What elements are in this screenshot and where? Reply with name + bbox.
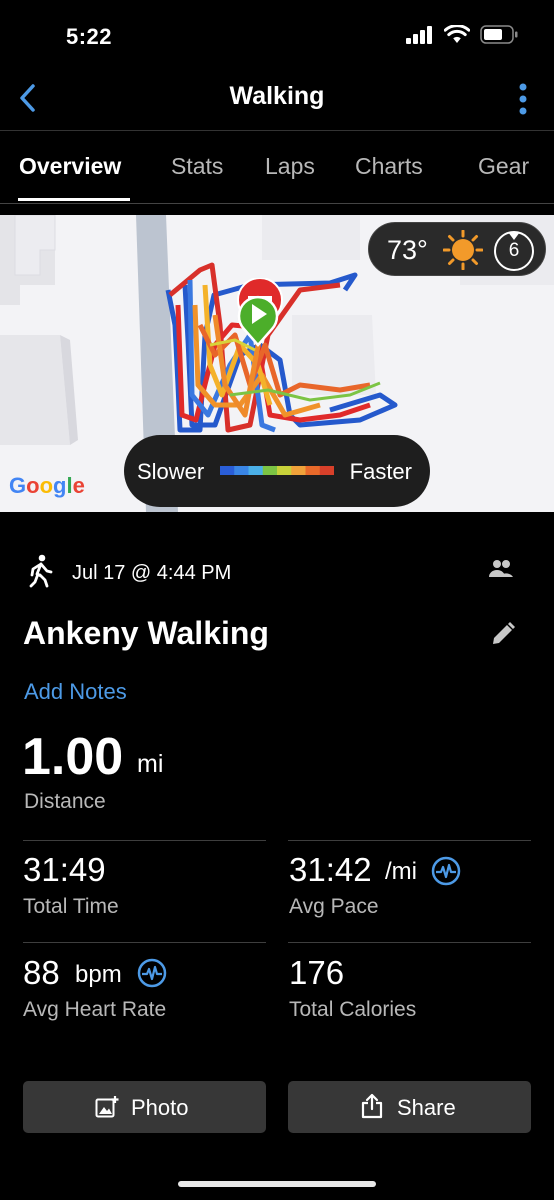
edit-pencil-icon[interactable] [490, 621, 516, 647]
status-icons [406, 25, 518, 44]
google-logo-letter: g [53, 473, 67, 498]
route-map[interactable]: 73° 6 Slower Faster Google [0, 215, 554, 512]
pace-color-segment [234, 466, 249, 475]
divider [288, 840, 531, 841]
distance-value: 1.00 [22, 728, 124, 786]
tab-gear[interactable]: Gear [478, 153, 529, 180]
walking-icon [29, 554, 53, 588]
avg-heart-rate-unit: bpm [75, 961, 122, 988]
share-button-label: Share [397, 1095, 456, 1120]
start-marker-icon [237, 295, 279, 347]
tab-stats[interactable]: Stats [171, 153, 223, 180]
total-calories-label: Total Calories [289, 998, 417, 1021]
tab-charts[interactable]: Charts [355, 153, 423, 180]
pace-color-segment [220, 466, 235, 475]
tabs-divider [0, 203, 554, 204]
pace-color-scale [220, 466, 334, 475]
activity-date: Jul 17 @ 4:44 PM [72, 562, 232, 584]
heart-rate-chart-icon[interactable] [137, 958, 167, 988]
pace-color-segment [262, 466, 278, 475]
pace-legend: Slower Faster [124, 435, 430, 507]
cellular-signal-icon [406, 25, 432, 44]
wifi-icon [444, 25, 470, 43]
google-logo-letter: G [9, 473, 27, 498]
google-logo-letter: o [39, 473, 54, 498]
pace-color-segment [291, 466, 306, 475]
add-photo-icon [95, 1096, 119, 1118]
total-time-label: Total Time [23, 895, 119, 918]
total-calories-value: 176 [289, 954, 345, 991]
pace-chart-icon[interactable] [431, 856, 461, 886]
google-logo: Google [9, 473, 85, 499]
divider [288, 942, 531, 943]
wind-indicator: 6 [494, 231, 534, 271]
legend-faster-label: Faster [349, 459, 412, 484]
active-tab-indicator [18, 198, 130, 201]
status-bar: 5:22 [0, 0, 554, 70]
tab-overview[interactable]: Overview [19, 153, 121, 180]
status-time: 5:22 [66, 24, 113, 49]
tab-laps[interactable]: Laps [265, 153, 315, 180]
wind-direction-icon [508, 232, 520, 240]
avg-pace-value: 31:42 [289, 851, 372, 888]
photo-button[interactable]: Photo [23, 1081, 266, 1133]
divider [23, 840, 266, 841]
pace-color-segment [305, 466, 321, 475]
wind-speed: 6 [508, 240, 520, 261]
pace-color-segment [319, 466, 334, 475]
distance-unit: mi [137, 750, 164, 778]
avg-pace-label: Avg Pace [289, 895, 379, 918]
nav-bar: Walking [0, 70, 554, 130]
tab-bar: Overview Stats Laps Charts Gear [0, 131, 554, 203]
sun-icon [443, 230, 483, 270]
activity-header: Jul 17 @ 4:44 PM [0, 548, 554, 598]
weather-pill: 73° 6 [368, 222, 546, 276]
pace-color-segment [248, 466, 264, 475]
avg-heart-rate-value: 88 [23, 954, 60, 991]
photo-button-label: Photo [131, 1095, 189, 1120]
more-options-icon[interactable] [518, 82, 528, 116]
total-time-value: 31:49 [23, 851, 106, 888]
avg-pace-unit: /mi [385, 858, 417, 885]
avg-heart-rate-label: Avg Heart Rate [23, 998, 167, 1021]
google-logo-letter: e [72, 473, 85, 498]
add-notes-link[interactable]: Add Notes [24, 679, 127, 705]
home-indicator [178, 1181, 376, 1187]
share-button[interactable]: Share [288, 1081, 531, 1133]
google-logo-letter: o [26, 473, 40, 498]
page-title: Walking [229, 82, 325, 110]
divider [23, 942, 266, 943]
legend-slower-label: Slower [137, 459, 205, 484]
temperature: 73° [387, 235, 428, 265]
share-icon [361, 1093, 383, 1119]
battery-icon [480, 25, 518, 44]
activity-title: Ankeny Walking [23, 615, 269, 651]
distance-label: Distance [24, 790, 106, 813]
pace-color-segment [277, 466, 292, 475]
connections-icon[interactable] [488, 558, 514, 580]
